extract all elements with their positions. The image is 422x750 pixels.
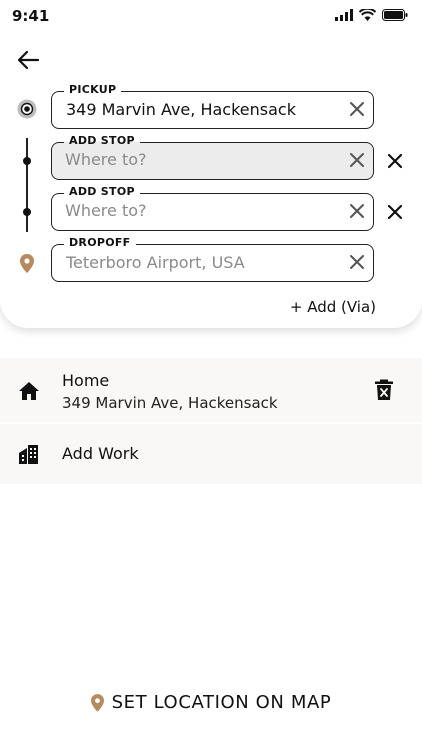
back-button[interactable] [16,48,42,72]
stop1-dot [23,157,31,165]
add-work-label: Add Work [62,444,139,463]
route-card: 9:41 PICKUP 349 Marvin Ave, Hackensack A… [0,0,422,328]
stop1-field[interactable]: ADD STOP [51,134,374,180]
arrow-left-icon [17,50,40,70]
saved-places-list: Home 349 Marvin Ave, Hackensack Add Work [0,358,422,484]
pickup-value: 349 Marvin Ave, Hackensack [66,100,296,119]
stop1-label: ADD STOP [64,134,140,148]
status-icons [335,9,408,21]
signal-icon [335,9,353,21]
status-bar: 9:41 [0,0,422,34]
dropoff-pin-icon [20,254,34,273]
saved-home-row[interactable]: Home 349 Marvin Ave, Hackensack [0,358,422,422]
location-pin-icon [90,693,104,712]
pickup-field[interactable]: PICKUP 349 Marvin Ave, Hackensack [51,83,374,129]
pickup-clear-button[interactable] [348,100,366,118]
add-work-row[interactable]: Add Work [0,424,422,484]
stop2-remove-button[interactable] [386,203,404,221]
dropoff-value: Teterboro Airport, USA [66,253,245,272]
battery-icon [382,9,408,21]
stop2-label: ADD STOP [64,185,140,199]
home-icon [19,382,39,400]
pickup-marker-icon [17,99,37,119]
set-location-on-map-button[interactable]: SET LOCATION ON MAP [0,692,422,713]
pickup-label: PICKUP [64,83,122,97]
close-icon [350,102,364,116]
dropoff-clear-button[interactable] [348,253,366,271]
stop2-clear-button[interactable] [348,202,366,220]
stop2-field[interactable]: ADD STOP [51,185,374,231]
dropoff-field[interactable]: DROPOFF Teterboro Airport, USA [51,236,374,282]
stop1-remove-button[interactable] [386,152,404,170]
dropoff-label: DROPOFF [64,236,136,250]
close-icon [350,204,364,218]
close-icon [387,204,403,220]
set-location-label: SET LOCATION ON MAP [111,692,332,713]
stop2-input[interactable] [65,201,335,220]
delete-home-button[interactable] [374,379,394,401]
stop1-input[interactable] [65,150,335,169]
add-via-button[interactable]: + Add (Via) [290,298,376,316]
stop1-clear-button[interactable] [348,151,366,169]
close-icon [350,255,364,269]
status-time: 9:41 [12,7,50,25]
close-icon [350,153,364,167]
wifi-icon [359,9,376,21]
close-icon [387,153,403,169]
stop2-dot [23,208,31,216]
trash-icon [375,379,393,400]
route-connector [26,138,28,232]
home-address: 349 Marvin Ave, Hackensack [62,394,278,412]
building-icon [19,445,38,464]
home-title: Home [62,371,110,390]
